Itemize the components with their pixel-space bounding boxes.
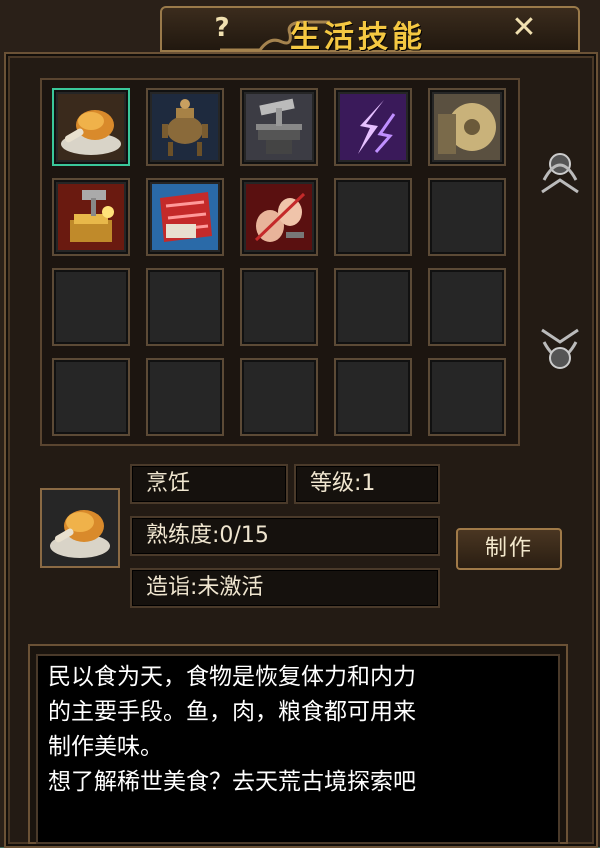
empty-skill-slot[interactable] bbox=[146, 358, 224, 436]
scroll-down-icon[interactable] bbox=[538, 322, 582, 382]
skill-slot[interactable] bbox=[428, 88, 506, 166]
skill-slot[interactable] bbox=[146, 178, 224, 256]
bronze-censer-icon bbox=[152, 94, 218, 160]
empty-skill-slot[interactable] bbox=[428, 268, 506, 346]
skill-slot[interactable] bbox=[146, 88, 224, 166]
skill-slot[interactable] bbox=[334, 88, 412, 166]
skill-name-field: 烹饪 bbox=[130, 464, 288, 504]
skill-description: 民以食为天，食物是恢复体力和内力 的主要手段。鱼，肉，粮食都可用来 制作美味。 … bbox=[36, 654, 560, 844]
skill-slot[interactable] bbox=[52, 178, 130, 256]
empty-skill-slot[interactable] bbox=[334, 268, 412, 346]
make-button[interactable]: 制作 bbox=[456, 528, 562, 570]
empty-skill-slot[interactable] bbox=[334, 178, 412, 256]
skill-slot[interactable] bbox=[240, 178, 318, 256]
attainment-field: 造诣:未激活 bbox=[130, 568, 440, 608]
description-line: 制作美味。 bbox=[48, 734, 163, 760]
title-bar[interactable]: ? 生活技能 ✕ bbox=[160, 0, 580, 58]
window-title: 生活技能 bbox=[290, 20, 426, 55]
proficiency-field: 熟练度:0/15 bbox=[130, 516, 440, 556]
empty-skill-slot[interactable] bbox=[52, 358, 130, 436]
level-field: 等级:1 bbox=[294, 464, 440, 504]
roast-chicken-icon bbox=[50, 510, 110, 558]
anvil-hammer-icon bbox=[246, 94, 312, 160]
empty-skill-slot[interactable] bbox=[240, 268, 318, 346]
empty-skill-slot[interactable] bbox=[146, 268, 224, 346]
description-line: 想了解稀世美食？去天荒古境探索吧 bbox=[48, 769, 416, 795]
empty-skill-slot[interactable] bbox=[428, 358, 506, 436]
description-line: 民以食为天，食物是恢复体力和内力 bbox=[48, 664, 416, 690]
close-button[interactable]: ✕ bbox=[508, 12, 540, 44]
purple-lightning-icon bbox=[340, 94, 406, 160]
help-button[interactable]: ? bbox=[208, 14, 236, 42]
grindstone-icon bbox=[434, 94, 500, 160]
empty-skill-slot[interactable] bbox=[334, 358, 412, 436]
red-cloth-icon bbox=[152, 184, 218, 250]
empty-skill-slot[interactable] bbox=[428, 178, 506, 256]
selected-skill-icon bbox=[40, 488, 120, 568]
description-line: 的主要手段。鱼，肉，粮食都可用来 bbox=[48, 699, 416, 725]
scroll-up-icon[interactable] bbox=[538, 140, 582, 200]
empty-skill-slot[interactable] bbox=[52, 268, 130, 346]
skill-slot[interactable] bbox=[240, 88, 318, 166]
skill-slot[interactable] bbox=[52, 88, 130, 166]
empty-skill-slot[interactable] bbox=[240, 358, 318, 436]
gold-ingot-hammer-icon bbox=[58, 184, 124, 250]
needle-sewing-icon bbox=[246, 184, 312, 250]
life-skills-window: ? 生活技能 ✕ 烹饪 等级:1 熟练度:0/15 造诣:未激活 制作 民以食为… bbox=[0, 0, 600, 848]
roast-chicken-icon bbox=[58, 94, 124, 160]
